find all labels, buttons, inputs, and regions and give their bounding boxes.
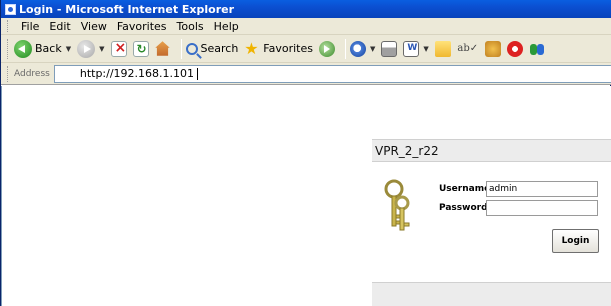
device-name-header: VPR_2_r22 <box>372 139 611 162</box>
magnifier-icon <box>185 42 198 55</box>
people-button[interactable] <box>529 38 545 60</box>
login-button[interactable]: Login <box>552 229 599 253</box>
menu-favorites[interactable]: Favorites <box>112 20 172 33</box>
menu-file[interactable]: File <box>16 20 44 33</box>
address-bar: Address http://192.168.1.101 <box>1 63 611 85</box>
favorites-button[interactable]: ★ Favorites <box>244 38 313 60</box>
menu-tools[interactable]: Tools <box>172 20 209 33</box>
messenger-icon <box>506 40 523 57</box>
media-icon <box>319 40 335 57</box>
media-button[interactable] <box>319 38 335 60</box>
search-label: Search <box>200 42 239 55</box>
word-edit-icon <box>403 40 420 57</box>
address-grip[interactable] <box>7 65 10 82</box>
username-label: Username: <box>439 184 494 194</box>
standard-toolbar: Back ▼ ▼ Search ★ Favorites <box>1 35 611 63</box>
forward-arrow-icon <box>77 39 96 58</box>
username-row: Username: admin <box>439 181 598 197</box>
login-panel: VPR_2_r22 Username: admin Password: Logi… <box>372 139 611 306</box>
address-input[interactable]: http://192.168.1.101 <box>53 64 611 83</box>
history-button[interactable]: ▼ <box>350 38 375 60</box>
title-bar: Login - Microsoft Internet Explorer <box>1 0 611 18</box>
window-title: Login - Microsoft Internet Explorer <box>19 2 235 16</box>
password-label: Password: <box>439 203 492 213</box>
favorites-label: Favorites <box>263 42 313 55</box>
back-arrow-icon <box>14 39 32 58</box>
stop-button[interactable] <box>110 38 127 60</box>
browser-window: Login - Microsoft Internet Explorer File… <box>0 0 611 306</box>
research-button[interactable] <box>484 38 501 60</box>
panel-footer <box>372 282 611 306</box>
menu-view[interactable]: View <box>76 20 112 33</box>
people-icon <box>529 41 545 57</box>
stop-icon <box>110 40 127 57</box>
toolbar-separator <box>345 38 346 59</box>
home-button[interactable] <box>155 38 171 60</box>
back-button[interactable]: Back ▼ <box>14 38 71 60</box>
menu-grip[interactable] <box>7 20 10 32</box>
refresh-icon <box>132 40 149 57</box>
printer-icon <box>381 40 398 57</box>
toolbar-grip[interactable] <box>7 38 10 59</box>
toolbar-separator <box>180 38 182 59</box>
edit-button[interactable]: ▼ <box>403 38 429 60</box>
address-label: Address <box>14 68 50 79</box>
messenger-button[interactable] <box>506 38 523 60</box>
menu-edit[interactable]: Edit <box>44 20 75 33</box>
back-dropdown-icon[interactable]: ▼ <box>66 45 71 53</box>
print-button[interactable] <box>381 38 398 60</box>
password-field[interactable] <box>486 200 598 216</box>
page-content: VPR_2_r22 Username: admin Password: Logi… <box>1 86 611 306</box>
edit-dropdown-icon[interactable]: ▼ <box>423 45 428 53</box>
history-dropdown-icon[interactable]: ▼ <box>370 45 375 53</box>
folder-icon <box>434 40 451 57</box>
star-icon: ★ <box>244 38 259 58</box>
menu-bar: File Edit View Favorites Tools Help <box>1 18 611 35</box>
forward-dropdown-icon[interactable]: ▼ <box>99 45 104 53</box>
text-caret <box>197 67 199 80</box>
address-url: http://192.168.1.101 <box>79 67 195 80</box>
folder-button[interactable] <box>434 38 451 60</box>
spell-check-icon: ab✓ <box>457 42 479 54</box>
forward-button[interactable]: ▼ <box>77 38 105 60</box>
refresh-button[interactable] <box>132 38 149 60</box>
history-icon <box>350 40 366 57</box>
username-field[interactable]: admin <box>486 181 598 197</box>
search-button[interactable]: Search <box>185 38 239 60</box>
ie-icon <box>5 3 16 15</box>
menu-help[interactable]: Help <box>209 20 244 33</box>
spell-button[interactable]: ab✓ <box>457 38 479 60</box>
back-label: Back <box>35 42 62 55</box>
keys-icon <box>384 179 410 231</box>
password-row: Password: <box>439 200 598 216</box>
home-icon <box>155 41 170 56</box>
research-icon <box>484 40 501 57</box>
